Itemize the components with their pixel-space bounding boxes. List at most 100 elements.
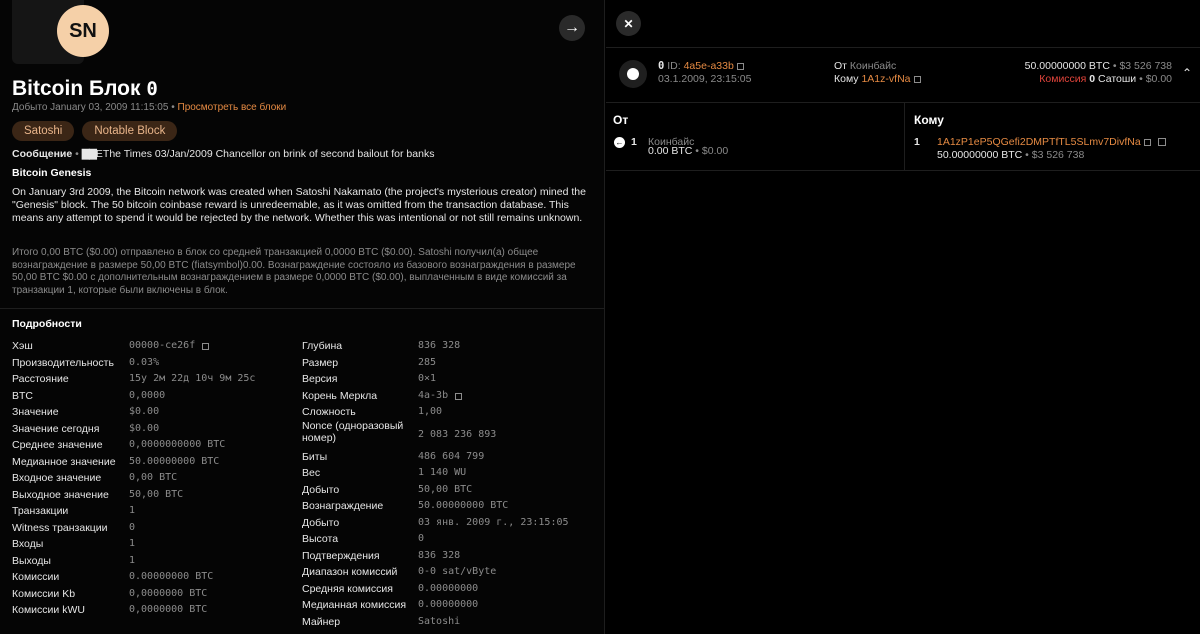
genesis-title: Bitcoin Genesis xyxy=(12,167,92,179)
detail-value: 50.00000000 BTC xyxy=(129,455,220,467)
detail-key: Медианная комиссия xyxy=(302,599,407,611)
io-divider xyxy=(904,103,905,171)
copy-icon[interactable] xyxy=(202,343,209,350)
detail-value: 0,0000000 BTC xyxy=(129,604,208,615)
detail-row: Биты 486 604 799 xyxy=(302,451,592,468)
copy-icon[interactable] xyxy=(1143,138,1151,146)
detail-value: 0,0000000000 BTC xyxy=(129,439,226,450)
output-index: 1 xyxy=(914,136,920,148)
detail-key: Расстояние xyxy=(12,373,69,385)
detail-row: Комиссии Kb 0,0000000 BTC xyxy=(12,588,302,605)
detail-row: Значение сегодня $0.00 xyxy=(12,423,302,440)
detail-value: 836 328 xyxy=(418,340,461,351)
detail-row: Подтверждения 836 328 xyxy=(302,550,592,567)
outputs-header: Кому xyxy=(914,113,944,127)
block-summary: Итого 0,00 BTC ($0.00) отправлено в блок… xyxy=(12,247,576,296)
message-label: Сообщение xyxy=(12,148,73,160)
detail-value: 0 xyxy=(418,533,425,544)
detail-value: 0.00000000 BTC xyxy=(129,571,214,582)
detail-key: Высота xyxy=(302,533,339,545)
detail-value: $0.00 xyxy=(129,422,160,434)
input-amount: 0.00 BTC xyxy=(648,145,693,157)
detail-key: Комиссии xyxy=(12,571,60,583)
tx-id-link[interactable]: 4a5e-a33b xyxy=(684,60,734,72)
detail-row: Выходы 1 xyxy=(12,555,302,572)
detail-row: Средняя комиссия 0.00000000 xyxy=(302,583,592,600)
detail-row: Расстояние 15y 2м 22д 10ч 9м 25c xyxy=(12,373,302,390)
detail-row: Хэш 00000-ce26f xyxy=(12,340,302,357)
mined-date: Добыто January 03, 2009 11:15:05 xyxy=(12,102,169,113)
view-all-blocks-link[interactable]: Просмотреть все блоки xyxy=(178,102,287,113)
tx-fee-label: Комиссия xyxy=(1039,73,1087,85)
input-usd: $0.00 xyxy=(701,145,729,157)
detail-key: Добыто xyxy=(302,516,340,529)
coinbase-icon xyxy=(619,60,647,88)
input-amount-line: 0.00 BTC • $0.00 xyxy=(648,145,728,157)
detail-key: Nonce (одноразовый номер) xyxy=(302,419,404,444)
detail-key: Значение сегодня xyxy=(12,422,100,435)
detail-value: 50.00000000 BTC xyxy=(418,500,509,511)
tx-id-line: 0 ID: 4a5e-a33b xyxy=(658,60,744,72)
detail-row: Вознаграждение 50.00000000 BTC xyxy=(302,500,592,517)
detail-key: Версия xyxy=(302,373,338,385)
detail-row: Диапазон комиссий 0-0 sat/vByte xyxy=(302,566,592,583)
arrow-right-icon: → xyxy=(564,19,580,36)
detail-key: Хэш xyxy=(12,340,33,352)
divider xyxy=(0,308,605,309)
separator-dot: • xyxy=(695,145,699,157)
tag-notable-block[interactable]: Notable Block xyxy=(82,121,178,141)
detail-row: Медианное значение 50.00000000 BTC xyxy=(12,456,302,473)
page-title: Bitcoin Блок 0 xyxy=(12,77,158,101)
detail-value: 0×1 xyxy=(418,373,437,384)
tag-satoshi[interactable]: Satoshi xyxy=(12,121,75,141)
tx-amount: 50.00000000 BTC xyxy=(1024,60,1110,72)
copy-icon[interactable] xyxy=(736,62,744,70)
detail-key: Средняя комиссия xyxy=(302,582,393,595)
block-height: 0 xyxy=(146,78,158,100)
output-amount-line: 50.00000000 BTC • $3 526 738 xyxy=(937,149,1084,161)
detail-row: Размер 285 xyxy=(302,357,592,374)
tx-date: 03.1.2009, 23:15:05 xyxy=(658,73,752,85)
detail-key: Подтверждения xyxy=(302,549,380,562)
tx-fee-line: Комиссия 0 Сатоши • $0.00 xyxy=(1039,73,1172,85)
tag-list: Satoshi Notable Block xyxy=(12,121,178,141)
detail-key: Корень Меркла xyxy=(302,389,378,402)
output-amount: 50.00000000 BTC xyxy=(937,149,1023,161)
detail-row: Комиссии kWU 0,0000000 BTC xyxy=(12,604,302,621)
copy-icon[interactable] xyxy=(455,392,462,400)
detail-key: Входы xyxy=(12,538,44,550)
next-arrow-button[interactable]: → xyxy=(559,15,585,41)
chevron-up-icon[interactable]: ⌃ xyxy=(1182,66,1192,80)
detail-row: Корень Меркла 4a-3b xyxy=(302,390,592,407)
detail-key: Входное значение xyxy=(12,472,102,484)
tx-from-value: Коинбайс xyxy=(849,60,897,72)
message-text: EThe Times 03/Jan/2009 Chancellor on bri… xyxy=(95,148,435,160)
qr-code-icon[interactable] xyxy=(1157,138,1166,147)
detail-value: 836 328 xyxy=(418,549,461,561)
coinbase-message: Сообщение • ▇▇EThe Times 03/Jan/2009 Cha… xyxy=(12,148,602,160)
separator-dot: • xyxy=(1139,73,1143,85)
detail-value: 4a-3b xyxy=(418,389,449,401)
separator-dot: • xyxy=(75,148,79,160)
tx-to-link[interactable]: 1A1z-vfNa xyxy=(861,73,910,85)
output-address-link[interactable]: 1A1zP1eP5QGefi2DMPTfTL5SLmv7DivfNa xyxy=(937,136,1141,148)
detail-value: 0.00000000 xyxy=(418,599,479,610)
detail-key: Добыто xyxy=(302,483,340,496)
detail-row: Глубина 836 328 xyxy=(302,340,592,357)
detail-key: Медианное значение xyxy=(12,455,116,468)
collapse-button[interactable]: ✕ xyxy=(616,11,641,36)
detail-key: Комиссии kWU xyxy=(12,604,85,616)
detail-key: Сложность xyxy=(302,406,356,418)
tx-index: 0 xyxy=(658,60,665,72)
tx-from: От Коинбайс xyxy=(834,60,896,72)
detail-row: Среднее значение 0,0000000000 BTC xyxy=(12,439,302,456)
details-title: Подробности xyxy=(12,318,82,330)
detail-value: 486 604 799 xyxy=(418,450,485,462)
detail-row: Входы 1 xyxy=(12,538,302,555)
detail-key: Биты xyxy=(302,450,328,463)
detail-value: 1 140 WU xyxy=(418,467,467,478)
detail-value: $0.00 xyxy=(129,406,160,417)
detail-key: Вознаграждение xyxy=(302,500,384,512)
copy-icon[interactable] xyxy=(913,75,921,83)
tx-fee-usd: $0.00 xyxy=(1145,73,1172,85)
